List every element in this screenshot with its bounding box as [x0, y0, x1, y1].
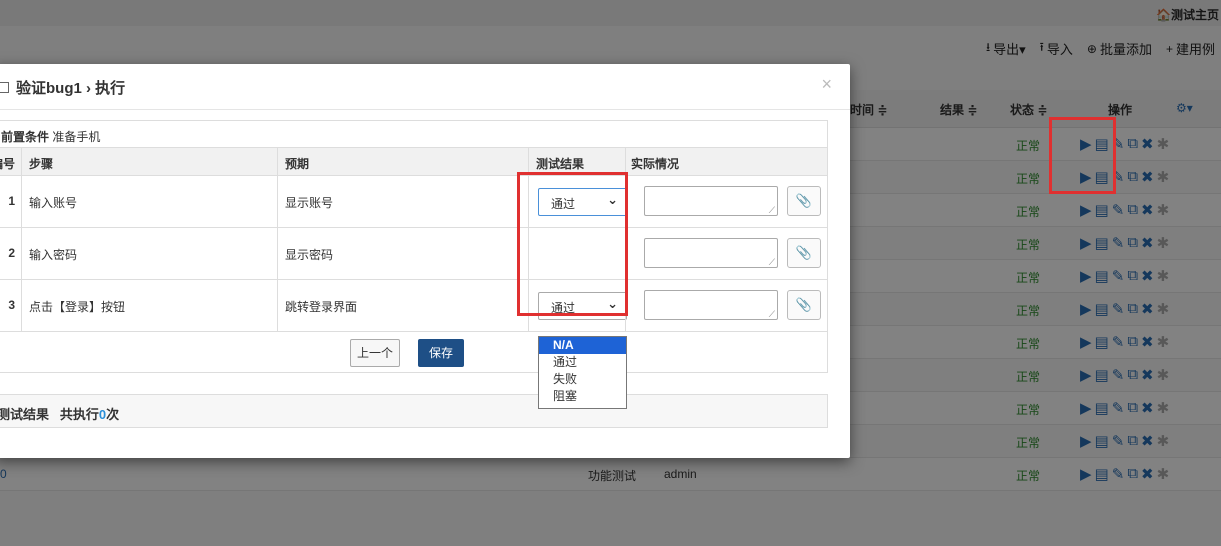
- button-row: 上一个 保存: [0, 332, 827, 372]
- step-expected: 跳转登录界面: [285, 300, 358, 314]
- step-row: 2 输入密码 显示密码 ⟋ 📎: [0, 228, 827, 280]
- resize-grip-icon[interactable]: ⟋: [769, 257, 775, 267]
- steps-header: 编号 步骤 预期 测试结果 实际情况: [0, 148, 827, 176]
- col-actual: 实际情况: [631, 157, 680, 171]
- result-select-value: 通过: [551, 301, 576, 315]
- step-text: 输入密码: [29, 248, 78, 262]
- modal-title: 验证bug1 › 执行: [16, 80, 126, 97]
- actual-textarea[interactable]: ⟋: [644, 238, 778, 268]
- result-dropdown-list: N/A 通过 失败 阻塞: [538, 336, 627, 409]
- step-num: 3: [8, 298, 15, 312]
- prev-button[interactable]: 上一个: [350, 339, 400, 367]
- dropdown-option[interactable]: N/A: [539, 337, 626, 354]
- modal-header: 验证bug1 › 执行 ×: [0, 64, 850, 110]
- step-num: 2: [8, 246, 15, 260]
- col-expected: 预期: [285, 157, 310, 171]
- actual-textarea[interactable]: ⟋: [644, 290, 778, 320]
- result-select[interactable]: 通过 ⌄: [538, 292, 627, 320]
- results-label: 测试结果: [0, 407, 50, 422]
- step-text: 点击【登录】按钮: [29, 300, 126, 314]
- step-expected: 显示密码: [285, 248, 334, 262]
- col-step: 步骤: [29, 157, 54, 171]
- step-row: 1 输入账号 显示账号 通过 ⌄ ⟋ 📎: [0, 176, 827, 228]
- dropdown-option[interactable]: 通过: [539, 354, 626, 371]
- resize-grip-icon[interactable]: ⟋: [769, 205, 775, 215]
- result-select[interactable]: 通过 ⌄: [538, 188, 627, 216]
- executed-prefix: 共执行: [59, 407, 99, 422]
- precondition-value: 准备手机: [52, 130, 101, 144]
- precondition: 前置条件 准备手机: [0, 121, 827, 148]
- close-icon[interactable]: ×: [821, 74, 832, 95]
- col-result: 测试结果: [536, 157, 585, 171]
- case-icon: [0, 82, 9, 93]
- paperclip-icon: 📎: [795, 245, 813, 260]
- attach-button[interactable]: 📎: [787, 186, 821, 216]
- steps-table: 前置条件 准备手机 编号 步骤 预期 测试结果 实际情况 1 输入账号 显示账号…: [0, 120, 828, 409]
- dropdown-option[interactable]: 阻塞: [539, 388, 626, 405]
- paperclip-icon: 📎: [795, 297, 813, 312]
- step-text: 输入账号: [29, 196, 78, 210]
- attach-button[interactable]: 📎: [787, 290, 821, 320]
- attach-button[interactable]: 📎: [787, 238, 821, 268]
- save-button[interactable]: 保存: [418, 339, 464, 367]
- result-select-value: 通过: [551, 197, 576, 211]
- step-num: 1: [8, 194, 15, 208]
- dropdown-option[interactable]: 失败: [539, 371, 626, 388]
- resize-grip-icon[interactable]: ⟋: [769, 309, 775, 319]
- execute-modal: 验证bug1 › 执行 × 前置条件 准备手机 编号 步骤 预期 测试结果 实际…: [0, 64, 850, 458]
- chevron-down-icon: ⌄: [607, 296, 618, 311]
- results-summary: 测试结果 共执行0次: [0, 394, 828, 428]
- precondition-label: 前置条件: [1, 130, 50, 144]
- step-expected: 显示账号: [285, 196, 334, 210]
- step-row: 3 点击【登录】按钮 跳转登录界面 通过 ⌄ ⟋ 📎: [0, 280, 827, 332]
- paperclip-icon: 📎: [795, 193, 813, 208]
- executed-suffix: 次: [106, 407, 120, 422]
- chevron-down-icon: ⌄: [607, 192, 618, 207]
- actual-textarea[interactable]: ⟋: [644, 186, 778, 216]
- col-num: 编号: [0, 157, 16, 171]
